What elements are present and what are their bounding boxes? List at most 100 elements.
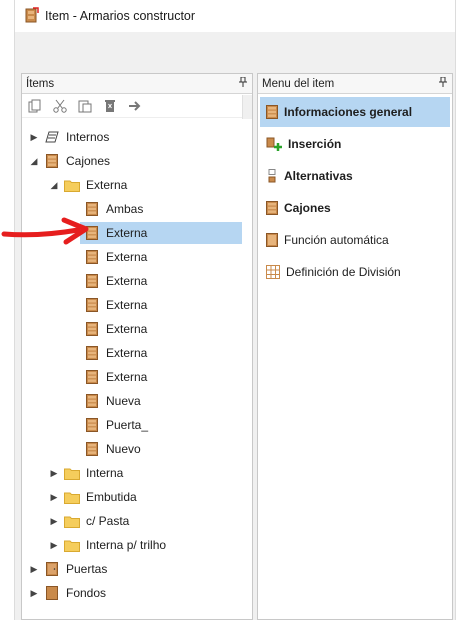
automatic-function-icon [266, 233, 278, 247]
drawer-icon [84, 249, 100, 265]
tree-item-label: Embutida [86, 490, 137, 504]
item-menu-panel: Menu del item Informaciones general Inser… [257, 73, 453, 620]
paste-icon[interactable] [76, 97, 94, 115]
drawer-icon [84, 369, 100, 385]
annotation-arrow-icon [1, 217, 89, 245]
menu-item[interactable]: Cajones [260, 193, 450, 223]
expand-arrow-icon[interactable]: ▶ [28, 588, 40, 599]
tree-item[interactable]: Externa [22, 270, 252, 292]
drawer-icon [84, 297, 100, 313]
cut-icon[interactable] [51, 97, 69, 115]
tree-item-label: Interna [86, 466, 124, 480]
drawer-icon [84, 441, 100, 457]
items-panel-title: Ítems [26, 77, 55, 90]
folder-icon [64, 513, 80, 529]
tree-item-label: Nueva [106, 394, 141, 408]
folder-icon [64, 177, 80, 193]
tree-item[interactable]: Externa [22, 366, 252, 388]
tree-item-label: Puerta_ [106, 418, 149, 432]
tree-item[interactable]: Externa [22, 294, 252, 316]
collapse-arrow-icon[interactable]: ◢ [28, 156, 40, 167]
tree-item[interactable]: ▶ c/ Pasta [22, 510, 252, 532]
items-tree: ▶ Internos ◢ Cajones ◢ Externa Ambas Externa Ext… [22, 126, 252, 616]
tree-item[interactable]: Puerta_ [22, 414, 252, 436]
tree-item-label: Puertas [66, 562, 108, 576]
door-icon [44, 561, 60, 577]
item-menu-title: Menu del item [262, 77, 335, 90]
tree-item[interactable]: Externa [22, 318, 252, 340]
tree-item-label: Externa [106, 298, 148, 312]
tree-item-label: Externa [86, 178, 128, 192]
item-menu-list: Informaciones general Inserción Alternativ… [258, 95, 452, 395]
drawer-icon [266, 201, 278, 215]
app-icon [25, 6, 39, 26]
collapse-arrow-icon[interactable]: ◢ [48, 180, 60, 191]
tree-item-label: Externa [106, 250, 148, 264]
tree-item-label: Cajones [66, 154, 111, 168]
tree-item[interactable]: ▶ Puertas [22, 558, 252, 580]
division-grid-icon [266, 265, 280, 279]
menu-item[interactable]: Informaciones general [260, 97, 450, 127]
alternatives-icon [266, 169, 278, 183]
menu-item-label: Cajones [284, 201, 331, 215]
expand-arrow-icon[interactable]: ▶ [48, 540, 60, 551]
tree-item-label: Nuevo [106, 442, 141, 456]
tree-item-label: Interna p/ trilho [86, 538, 167, 552]
menu-item[interactable]: Función automática [260, 225, 450, 255]
menu-item-label: Alternativas [284, 169, 353, 183]
tree-scrollbar[interactable] [242, 95, 252, 119]
window-title: Item - Armarios constructor [45, 9, 196, 23]
expand-arrow-icon[interactable]: ▶ [48, 468, 60, 479]
tree-item-label: Externa [106, 274, 148, 288]
items-panel-header: Ítems [22, 74, 252, 94]
tree-item[interactable]: ▶ Interna p/ trilho [22, 534, 252, 556]
menu-item[interactable]: Inserción [260, 129, 450, 159]
pin-icon[interactable] [439, 76, 447, 90]
menu-item-label: Informaciones general [284, 105, 413, 119]
tree-item[interactable]: ▶ Fondos [22, 582, 252, 604]
drawer-icon [84, 321, 100, 337]
folder-icon [64, 465, 80, 481]
app-window: Item - Armarios constructor Ítems ▶ Inte… [14, 0, 456, 620]
drawer-icon [84, 345, 100, 361]
copy-icon[interactable] [26, 97, 44, 115]
menu-item[interactable]: Alternativas [260, 161, 450, 191]
drawer-icon [44, 153, 60, 169]
menu-item-label: Definición de División [286, 265, 401, 279]
tree-item[interactable]: Nueva [22, 390, 252, 412]
expand-arrow-icon[interactable]: ▶ [28, 564, 40, 575]
expand-arrow-icon[interactable]: ▶ [28, 132, 40, 143]
tree-item[interactable]: ▶ Internos [22, 126, 252, 148]
drawer-icon [84, 273, 100, 289]
item-menu-header: Menu del item [258, 74, 452, 94]
tree-item[interactable]: ◢ Cajones [22, 150, 252, 172]
tree-item[interactable]: ▶ Interna [22, 462, 252, 484]
tree-item-label: Externa [106, 346, 148, 360]
tree-item[interactable]: ◢ Externa [22, 174, 252, 196]
pin-icon[interactable] [239, 76, 247, 90]
drawer-icon [84, 417, 100, 433]
tree-item-label: Fondos [66, 586, 107, 600]
list-icon [44, 129, 60, 145]
expand-arrow-icon[interactable]: ▶ [48, 516, 60, 527]
tree-item[interactable]: Externa [22, 342, 252, 364]
title-bar: Item - Armarios constructor [15, 0, 455, 32]
insert-icon [266, 137, 282, 151]
drawer-icon [266, 105, 278, 119]
tree-item-label: c/ Pasta [86, 514, 130, 528]
tree-item-label: Ambas [106, 202, 144, 216]
delete-icon[interactable] [101, 97, 119, 115]
tree-item[interactable]: Nuevo [22, 438, 252, 460]
tree-item[interactable]: ▶ Embutida [22, 486, 252, 508]
menu-item[interactable]: Definición de División [260, 257, 450, 287]
tree-item-label: Internos [66, 130, 110, 144]
items-toolbar [22, 94, 252, 118]
arrow-right-icon[interactable] [126, 97, 144, 115]
tree-item-label: Externa [106, 370, 148, 384]
tree-item-label: Externa [106, 322, 148, 336]
ribbon-area [15, 32, 455, 68]
selection-highlight [80, 222, 242, 244]
folder-icon [64, 489, 80, 505]
expand-arrow-icon[interactable]: ▶ [48, 492, 60, 503]
items-panel: Ítems ▶ Internos ◢ Cajones ◢ Externa Ambas E [21, 73, 253, 620]
